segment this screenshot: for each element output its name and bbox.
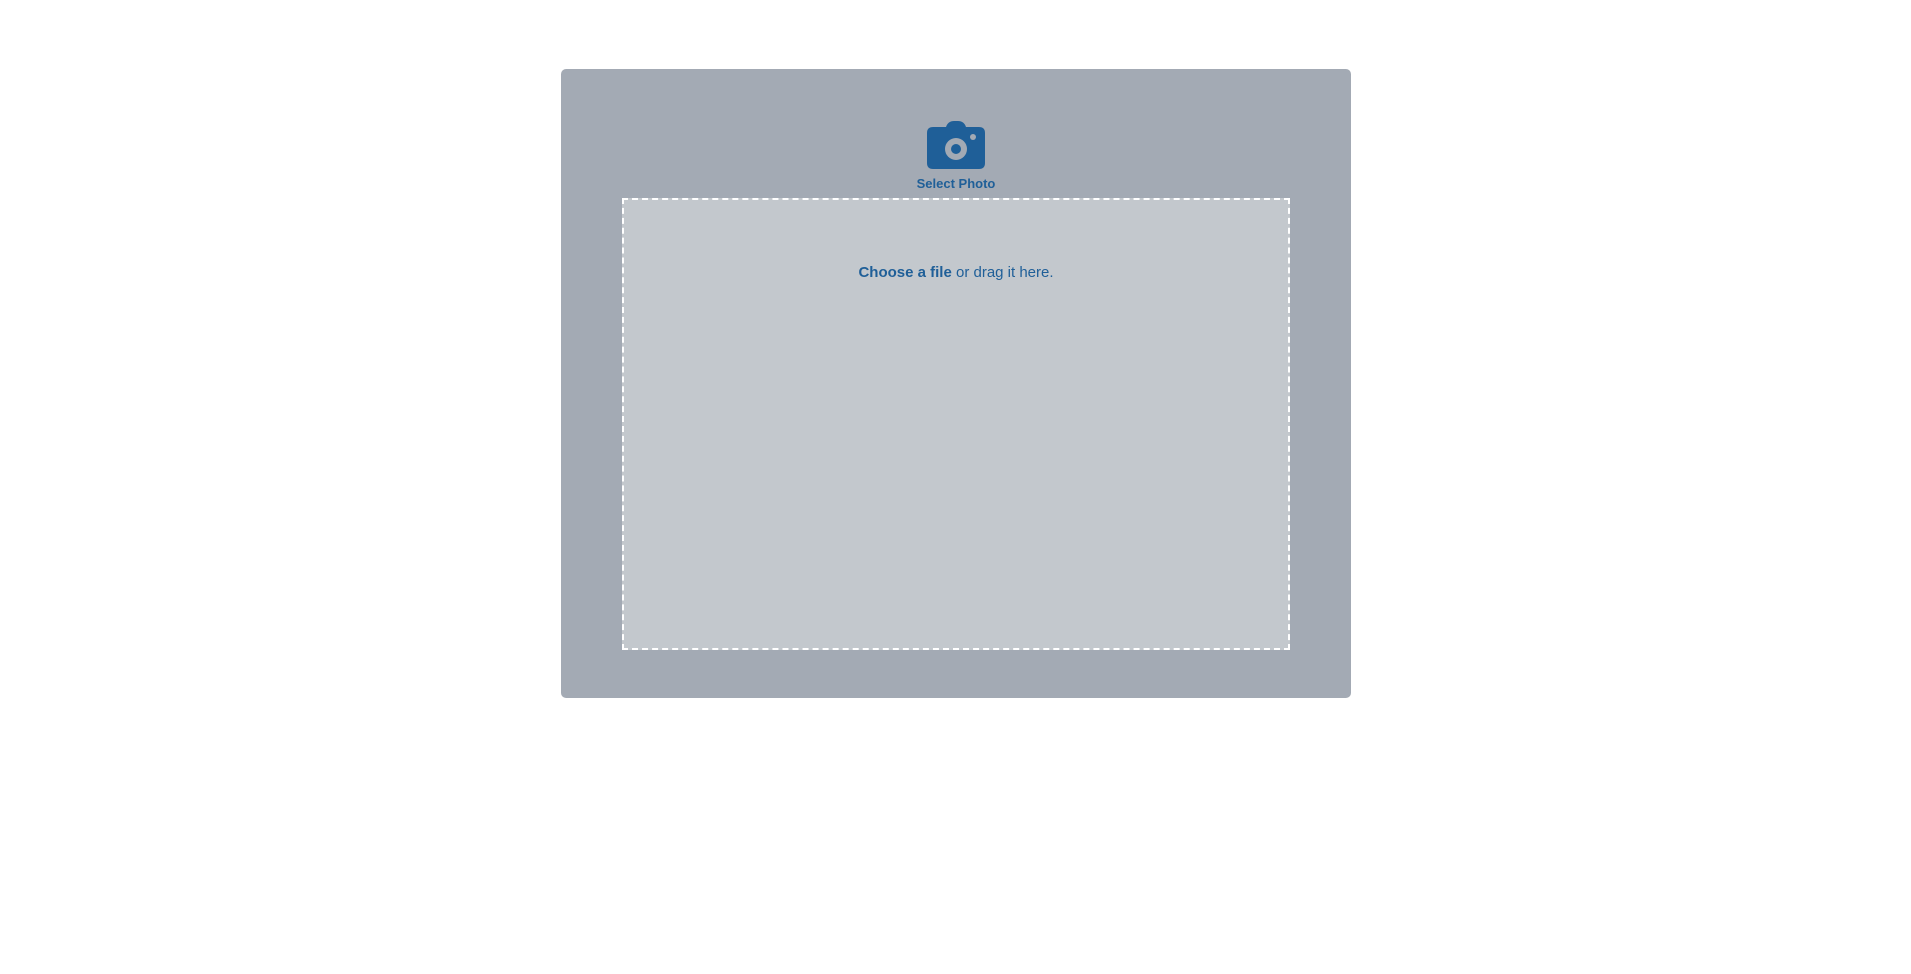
drag-hint-text: or drag it here. — [951, 264, 1054, 281]
dropzone-instructions: Choose a file or drag it here. — [624, 264, 1288, 281]
select-photo-button[interactable]: Select Photo — [916, 121, 996, 191]
choose-file-link[interactable]: Choose a file — [858, 264, 951, 281]
select-photo-label: Select Photo — [916, 176, 996, 191]
upload-panel: Select Photo Choose a file or drag it he… — [561, 69, 1351, 698]
camera-icon — [927, 121, 985, 169]
file-dropzone[interactable]: Choose a file or drag it here. — [622, 198, 1290, 650]
